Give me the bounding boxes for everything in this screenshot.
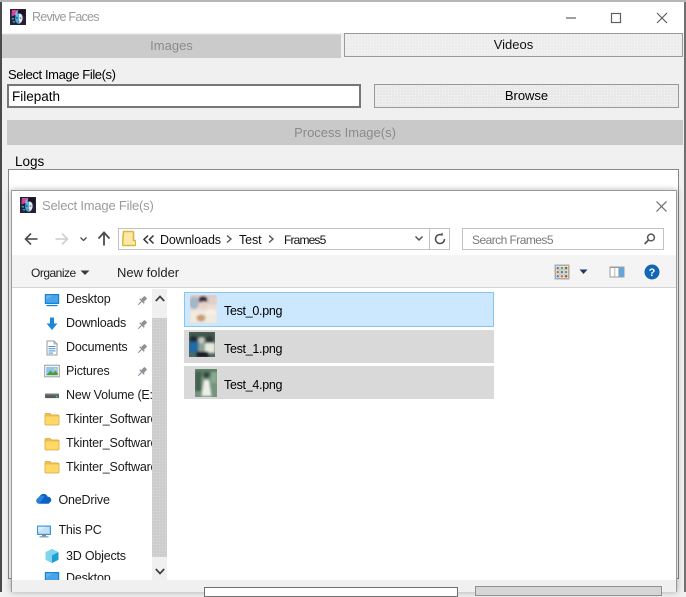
- svg-text:?: ?: [649, 267, 656, 279]
